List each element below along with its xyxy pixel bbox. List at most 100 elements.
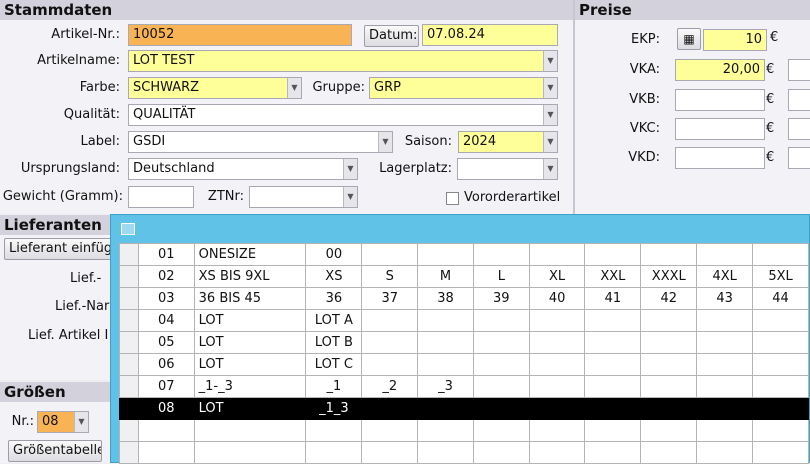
size-cell[interactable] (528, 309, 586, 332)
size-cell[interactable] (584, 331, 642, 354)
row-header[interactable] (119, 309, 139, 332)
size-cell[interactable] (640, 243, 698, 266)
size-cell[interactable]: 38 (417, 287, 474, 310)
size-cell[interactable] (584, 441, 642, 464)
size-cell[interactable] (640, 441, 698, 464)
size-cell[interactable] (640, 419, 698, 442)
row-nr-cell[interactable]: 03 (137, 287, 195, 310)
size-cell[interactable]: 00 (305, 243, 363, 266)
vkb-extra-field[interactable] (788, 89, 810, 111)
chevron-down-icon[interactable]: ▼ (543, 132, 557, 152)
chevron-down-icon[interactable]: ▼ (287, 78, 301, 98)
size-cell[interactable] (752, 331, 809, 354)
size-cell[interactable] (361, 331, 419, 354)
row-name-cell[interactable]: ONESIZE (193, 243, 307, 266)
table-row[interactable] (119, 441, 809, 464)
size-cell[interactable]: _1 (305, 375, 363, 398)
vkc-extra-field[interactable] (788, 118, 810, 140)
ztnr-combo[interactable]: ▼ (249, 186, 358, 208)
size-cell[interactable] (528, 375, 586, 398)
table-row[interactable]: 03 36 BIS 45 36 37 38 39 40 41 42 43 44 (119, 287, 809, 310)
row-name-cell[interactable]: LOT (193, 397, 307, 420)
size-cell[interactable]: _3 (417, 375, 474, 398)
size-cell[interactable] (361, 243, 419, 266)
row-name-cell[interactable] (193, 419, 307, 442)
size-cell[interactable] (472, 331, 530, 354)
size-cell[interactable] (417, 419, 474, 442)
row-nr-cell[interactable]: 05 (137, 331, 195, 354)
size-cell[interactable] (361, 441, 419, 464)
chevron-down-icon[interactable]: ▼ (543, 159, 557, 179)
size-cell[interactable] (584, 419, 642, 442)
table-row[interactable]: 07 _1-_3 _1 _2 _3 (119, 375, 809, 398)
artikelname-combo[interactable]: LOT TEST ▼ (128, 50, 558, 72)
row-header[interactable] (119, 243, 139, 266)
chevron-down-icon[interactable]: ▼ (74, 412, 88, 432)
size-cell[interactable] (361, 419, 419, 442)
size-cell[interactable] (752, 375, 809, 398)
row-name-cell[interactable]: 36 BIS 45 (193, 287, 307, 310)
size-cell[interactable]: M (417, 265, 474, 288)
calculator-icon[interactable]: ▦ (677, 28, 701, 50)
size-cell[interactable] (472, 397, 530, 420)
size-cell[interactable] (696, 419, 754, 442)
size-cell[interactable]: _2 (361, 375, 419, 398)
size-cell[interactable]: 4XL (696, 265, 754, 288)
size-cell[interactable]: LOT C (305, 353, 363, 376)
size-cell[interactable] (472, 375, 530, 398)
size-cell[interactable] (696, 375, 754, 398)
size-cell[interactable]: 37 (361, 287, 419, 310)
lieferant-einfuegen-button[interactable]: Lieferant einfüg (4, 238, 116, 260)
farbe-combo[interactable]: SCHWARZ ▼ (128, 77, 302, 99)
ekp-field[interactable]: 10 (703, 29, 767, 51)
size-cell[interactable] (640, 397, 698, 420)
vororder-checkbox[interactable] (446, 192, 459, 205)
groessen-nr-combo[interactable]: 08 ▼ (37, 411, 89, 433)
chevron-down-icon[interactable]: ▼ (378, 132, 392, 152)
row-nr-cell[interactable]: 01 (137, 243, 195, 266)
vkd-field[interactable] (675, 147, 765, 169)
row-name-cell[interactable]: LOT (193, 331, 307, 354)
size-cell[interactable] (640, 331, 698, 354)
gewicht-field[interactable] (128, 186, 194, 208)
size-cell[interactable]: LOT A (305, 309, 363, 332)
table-row[interactable] (119, 419, 809, 442)
size-cell[interactable]: XL (528, 265, 586, 288)
size-cell[interactable] (752, 397, 809, 420)
chevron-down-icon[interactable]: ▼ (543, 51, 557, 71)
table-row[interactable]: 01 ONESIZE 00 (119, 243, 809, 266)
gruppe-combo[interactable]: GRP ▼ (369, 77, 558, 99)
row-name-cell[interactable]: LOT (193, 353, 307, 376)
size-cell[interactable]: LOT B (305, 331, 363, 354)
saison-combo[interactable]: 2024 ▼ (458, 131, 558, 153)
size-cell[interactable] (361, 397, 419, 420)
row-nr-cell[interactable]: 06 (137, 353, 195, 376)
row-header[interactable] (119, 331, 139, 354)
table-row[interactable]: 02 XS BIS 9XL XS S M L XL XXL XXXL 4XL 5XL (119, 265, 809, 288)
size-cell[interactable] (361, 309, 419, 332)
size-cell[interactable] (640, 353, 698, 376)
row-header[interactable] (119, 375, 139, 398)
size-cell[interactable]: XXL (584, 265, 642, 288)
artikel-nr-field[interactable]: 10052 (128, 24, 352, 46)
size-cell[interactable] (417, 331, 474, 354)
lagerplatz-combo[interactable]: ▼ (457, 158, 558, 180)
row-header[interactable] (119, 353, 139, 376)
row-header[interactable] (119, 419, 139, 442)
vkc-field[interactable] (675, 118, 765, 140)
size-cell[interactable] (752, 243, 809, 266)
size-cell[interactable] (696, 243, 754, 266)
size-cell[interactable] (696, 331, 754, 354)
size-cell[interactable] (417, 353, 474, 376)
size-table[interactable]: 01 ONESIZE 00 02 XS BIS 9XL XS S M L XL XXL XXXL 4XL… (119, 243, 809, 464)
size-cell[interactable] (528, 441, 586, 464)
row-nr-cell[interactable] (137, 419, 195, 442)
row-nr-cell[interactable]: 04 (137, 309, 195, 332)
size-cell[interactable]: L (472, 265, 530, 288)
size-cell[interactable] (584, 353, 642, 376)
row-name-cell[interactable] (193, 441, 307, 464)
size-cell[interactable] (584, 397, 642, 420)
size-cell[interactable] (417, 441, 474, 464)
label-combo[interactable]: GSDI ▼ (128, 131, 393, 153)
size-cell[interactable] (305, 441, 363, 464)
